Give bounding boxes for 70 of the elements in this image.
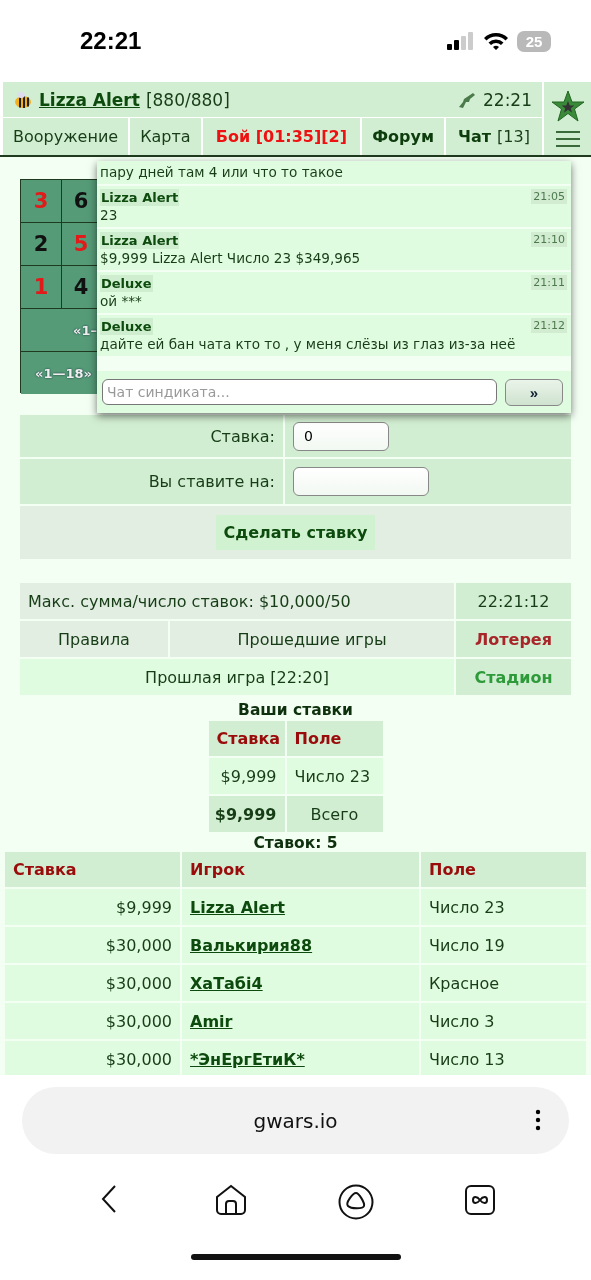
bet-input[interactable]: [293, 467, 429, 496]
assistant-icon[interactable]: [337, 1184, 374, 1220]
player-link[interactable]: ХаТабі4: [190, 973, 263, 993]
message-text: дайте ей бан чата кто то , у меня слёзы из глаз из-за неё: [100, 336, 517, 352]
message-text: пару дней там 4 или что то такое: [100, 164, 344, 180]
bee-icon: [13, 90, 33, 109]
more-icon[interactable]: [535, 1109, 541, 1131]
table-cell: $30,000: [5, 1003, 180, 1039]
message-text: 23: [100, 207, 119, 223]
chat-input[interactable]: Чат синдиката...: [102, 379, 497, 405]
address-bar[interactable]: gwars.io: [22, 1087, 569, 1154]
total-amount: $9,999: [208, 796, 285, 832]
message-time: 21:11: [531, 275, 567, 290]
message-author[interactable]: Deluxe: [100, 275, 153, 292]
table-cell: Красное: [421, 965, 586, 1001]
table-cell: $30,000: [5, 927, 180, 963]
table-cell: Число 23: [421, 889, 586, 925]
wifi-icon: [483, 31, 509, 51]
message-text: $9,999 Lizza Alert Число 23 $349,965: [100, 250, 362, 266]
section-title: Ставок: 5: [253, 834, 338, 852]
section-title: Ваши ставки: [238, 701, 353, 719]
menu-icon[interactable]: [554, 129, 581, 148]
table-cell: $9,999: [208, 758, 285, 794]
table-cell: Число 3: [421, 1003, 586, 1039]
field-label: Ставка:: [20, 415, 283, 457]
table-cell: Число 19: [421, 927, 586, 963]
limits-text: Макс. сумма/число ставок: $10,000/50: [20, 583, 454, 619]
battery-icon: 25: [517, 30, 551, 52]
tabs-icon[interactable]: [463, 1184, 496, 1216]
player-link[interactable]: Lizza Alert: [39, 89, 140, 110]
message-author[interactable]: Lizza Alert: [100, 189, 180, 206]
info-link[interactable]: Прошедшие игры: [170, 621, 454, 657]
nav-tab[interactable]: Форум: [362, 118, 444, 155]
field-label: Вы ставите на:: [20, 459, 283, 504]
table-cell: $30,000: [5, 1041, 180, 1075]
nav-tab[interactable]: Карта: [130, 118, 201, 155]
bet-input[interactable]: 0: [293, 421, 389, 451]
nav-tab[interactable]: Вооружение: [3, 118, 129, 155]
column-header: Ставка: [5, 852, 180, 887]
server-time: 22:21: [483, 89, 532, 110]
total-label: Всего: [286, 796, 383, 832]
message-time: 21:12: [531, 318, 567, 333]
message-text: ой ***: [100, 293, 143, 309]
message-time: 21:10: [531, 232, 567, 247]
game-clock: 22:21:12: [456, 583, 571, 619]
column-header: Ставка: [208, 721, 285, 756]
table-cell: Число 23: [286, 758, 383, 794]
player-link[interactable]: Amir: [190, 1011, 233, 1031]
game-link[interactable]: Лотерея: [456, 621, 571, 657]
signal-icon: [447, 32, 475, 50]
gun-icon: [457, 90, 477, 109]
nav-tab[interactable]: Бой [01:35][2]: [202, 118, 361, 155]
message-author[interactable]: Lizza Alert: [100, 232, 180, 249]
column-header: Игрок: [182, 852, 419, 887]
bet-button[interactable]: Сделать ставку: [215, 515, 376, 550]
home-icon[interactable]: [215, 1184, 248, 1216]
last-game-link[interactable]: Прошлая игра [22:20]: [20, 659, 454, 695]
table-cell: $30,000: [5, 965, 180, 1001]
message-time: 21:05: [531, 189, 567, 204]
nav-tab[interactable]: Чат [13]: [446, 118, 542, 155]
table-cell: Число 13: [421, 1041, 586, 1075]
clock-time: 22:21: [80, 27, 142, 55]
star-icon[interactable]: [550, 89, 585, 124]
column-header: Поле: [421, 852, 586, 887]
message-author[interactable]: Deluxe: [100, 318, 153, 335]
send-button[interactable]: »: [505, 378, 563, 406]
info-link[interactable]: Правила: [20, 621, 168, 657]
table-cell: $9,999: [5, 889, 180, 925]
hp-text: [880/880]: [145, 89, 230, 110]
column-header: Поле: [286, 721, 383, 756]
